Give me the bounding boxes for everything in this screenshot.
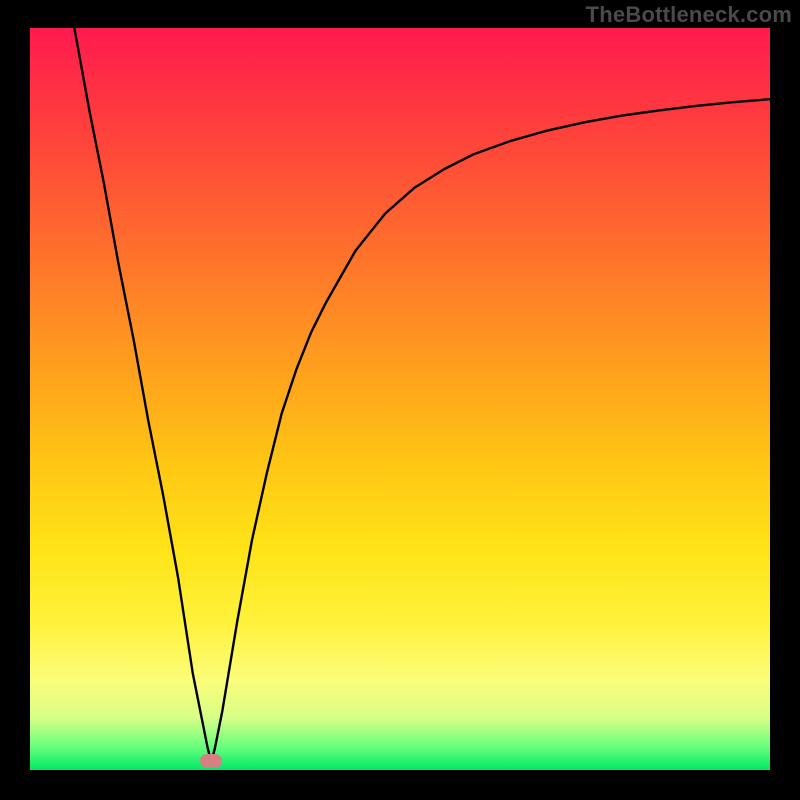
plot-area <box>30 28 770 770</box>
watermark-text: TheBottleneck.com <box>586 2 792 28</box>
bottleneck-curve <box>30 28 770 770</box>
optimum-marker <box>200 754 222 768</box>
chart-frame: TheBottleneck.com <box>0 0 800 800</box>
